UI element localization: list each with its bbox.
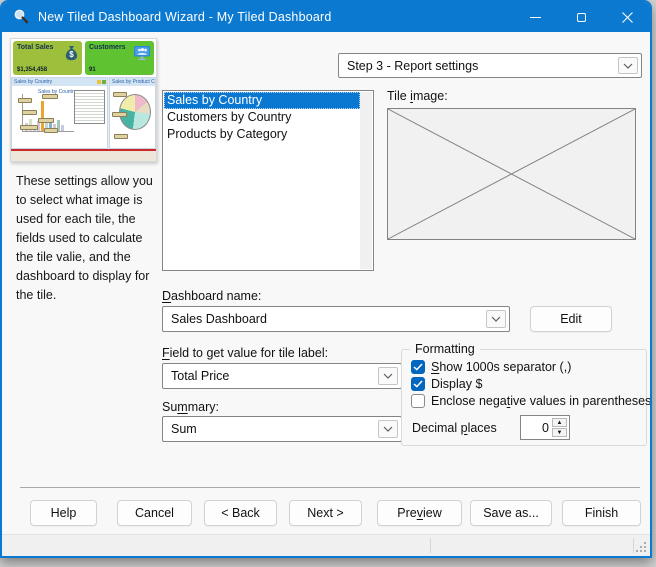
wizard-window: New Tiled Dashboard Wizard - My Tiled Da… [0, 0, 652, 558]
status-bar-divider [633, 538, 634, 553]
field-value: Total Price [171, 369, 229, 383]
app-magnifier-icon [12, 8, 30, 26]
report-listbox[interactable]: Sales by Country Customers by Country Pr… [162, 90, 374, 271]
preview-data-label [22, 110, 37, 115]
preview-panel-title: Sales by Country [12, 78, 107, 86]
window-controls [512, 2, 650, 32]
list-item[interactable]: Products by Category [164, 126, 360, 143]
preview-button[interactable]: Preview [377, 500, 462, 526]
step-selector-value: Step 3 - Report settings [347, 59, 478, 73]
preview-tile-value: 91 [89, 67, 96, 73]
chevron-down-icon[interactable] [378, 420, 398, 438]
summary-combo[interactable]: Sum [162, 416, 402, 442]
spinner-down-icon[interactable]: ▼ [552, 428, 567, 437]
preview-tile-customers: Customers 91 [85, 41, 154, 75]
checkbox-row-display-dollar[interactable]: Display $ [411, 377, 482, 391]
checkbox-label: Display $ [431, 377, 482, 391]
finish-button[interactable]: Finish [562, 500, 641, 526]
checkbox-icon[interactable] [411, 377, 425, 391]
preview-data-label [38, 118, 54, 123]
tile-image-placeholder [387, 108, 636, 240]
placeholder-cross-icon [388, 109, 635, 239]
preview-panel-title: Sales by Product Category [110, 78, 155, 86]
preview-data-label [44, 128, 58, 133]
status-bar [2, 534, 650, 556]
money-bag-icon: $ [64, 45, 79, 66]
preview-data-label [20, 125, 38, 130]
window-title: New Tiled Dashboard Wizard - My Tiled Da… [38, 10, 332, 24]
resize-grip-icon[interactable] [636, 542, 646, 552]
preview-legend [74, 90, 105, 124]
step-description: These settings allow you to select what … [16, 172, 155, 305]
save-as-button[interactable]: Save as... [470, 500, 552, 526]
listbox-scrollbar[interactable] [360, 92, 372, 269]
preview-chart-panels: Sales by Country Sales by Country Sales … [11, 77, 156, 149]
cancel-button[interactable]: Cancel [117, 500, 192, 526]
edit-button[interactable]: Edit [530, 306, 612, 332]
dashboard-name-combo[interactable]: Sales Dashboard [162, 306, 510, 332]
decimal-places-spinner[interactable]: 0 ▲ ▼ [520, 415, 570, 440]
dashboard-name-label: Dashboard name: [162, 289, 261, 303]
field-combo[interactable]: Total Price [162, 363, 402, 389]
decimal-places-value: 0 [542, 421, 549, 435]
preview-data-label [112, 112, 127, 117]
back-button[interactable]: < Back [204, 500, 277, 526]
preview-tile-value: $1,354,458 [17, 67, 47, 73]
summary-label: Summary: [162, 400, 219, 414]
preview-data-label [18, 98, 32, 103]
checkbox-label: Enclose negative values in parentheses [431, 394, 651, 408]
list-item[interactable]: Sales by Country [164, 92, 360, 109]
preview-panel-toolbar-icons [97, 80, 106, 84]
next-button[interactable]: Next > [289, 500, 362, 526]
field-label: Field to get value for tile label: [162, 346, 328, 360]
formatting-group-title: Formatting [410, 342, 480, 356]
minimize-icon[interactable] [512, 2, 558, 32]
checkbox-label: Show 1000s separator (,) [431, 360, 571, 374]
list-item[interactable]: Customers by Country [164, 109, 360, 126]
preview-sales-by-country-panel: Sales by Country Sales by Country [11, 77, 108, 149]
svg-text:$: $ [69, 50, 74, 59]
chevron-down-icon[interactable] [618, 57, 638, 74]
preview-data-label [113, 92, 127, 97]
close-icon[interactable] [604, 2, 650, 32]
preview-data-label [42, 94, 58, 99]
checkbox-icon[interactable] [411, 360, 425, 374]
spinner-up-icon[interactable]: ▲ [552, 418, 567, 427]
summary-value: Sum [171, 422, 197, 436]
chevron-down-icon[interactable] [486, 310, 506, 328]
chevron-down-icon[interactable] [378, 367, 398, 385]
preview-footer [11, 151, 156, 161]
tile-image-label: Tile image: [387, 89, 448, 103]
preview-tile-total-sales: Total Sales $1,354,458 $ [13, 41, 82, 75]
preview-tiles: Total Sales $1,354,458 $ Customers 91 [11, 39, 156, 77]
checkbox-row-negative-parentheses[interactable]: Enclose negative values in parentheses [411, 394, 651, 408]
maximize-icon[interactable] [558, 2, 604, 32]
checkbox-icon[interactable] [411, 394, 425, 408]
preview-bar [41, 101, 44, 131]
preview-bar [61, 125, 64, 131]
dashboard-preview-image: Total Sales $1,354,458 $ Customers 91 [10, 38, 157, 162]
help-button[interactable]: Help [30, 500, 97, 526]
title-bar[interactable]: New Tiled Dashboard Wizard - My Tiled Da… [2, 2, 650, 32]
preview-product-category-panel: Sales by Product Category [109, 77, 156, 149]
status-bar-divider [430, 538, 431, 553]
monitor-users-icon [133, 45, 151, 66]
checkbox-row-thousands-separator[interactable]: Show 1000s separator (,) [411, 360, 571, 374]
decimal-places-label: Decimal places [412, 421, 497, 435]
preview-data-label [114, 134, 128, 139]
step-selector-combo[interactable]: Step 3 - Report settings [338, 53, 642, 78]
button-separator [20, 487, 640, 488]
dashboard-name-value: Sales Dashboard [171, 312, 267, 326]
